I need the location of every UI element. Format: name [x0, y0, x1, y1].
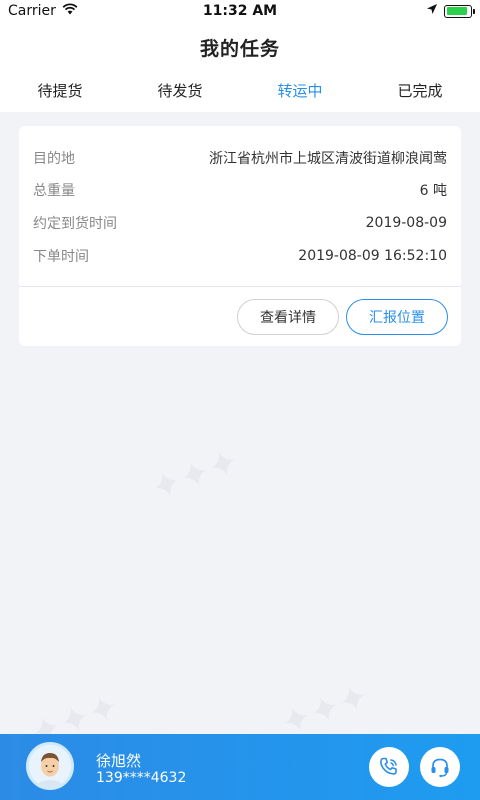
status-bar: Carrier 11:32 AM — [0, 0, 480, 22]
order-time-value: 2019-08-09 16:52:10 — [298, 248, 447, 264]
destination-row: 目的地 浙江省杭州市上城区清波街道柳浪闻莺 — [33, 148, 447, 168]
driver-avatar-icon — [29, 745, 71, 787]
driver-name: 徐旭然 — [96, 752, 142, 770]
customer-service-button[interactable] — [420, 747, 460, 787]
driver-phone: 139****4632 — [96, 770, 187, 786]
status-right — [426, 3, 475, 19]
destination-value: 浙江省杭州市上城区清波街道柳浪闻莺 — [209, 151, 447, 167]
tab-completed[interactable]: 已完成 — [360, 72, 480, 112]
task-card: 目的地 浙江省杭州市上城区清波街道柳浪闻莺 总重量 6 吨 约定到货时间 201… — [19, 126, 461, 346]
view-details-button[interactable]: 查看详情 — [237, 299, 339, 335]
order-time-row: 下单时间 2019-08-09 16:52:10 — [33, 246, 447, 266]
phone-icon — [380, 757, 397, 775]
battery-level — [446, 7, 468, 15]
avatar — [26, 742, 74, 790]
page-title: 我的任务 — [199, 37, 280, 60]
wifi-icon — [62, 3, 78, 19]
tab-in-transit[interactable]: 转运中 — [240, 72, 360, 112]
destination-label: 目的地 — [33, 151, 75, 167]
weight-label: 总重量 — [33, 183, 75, 199]
report-location-button[interactable]: 汇报位置 — [346, 299, 448, 335]
location-arrow-icon — [426, 3, 438, 19]
tab-pending-pickup[interactable]: 待提货 — [0, 72, 120, 112]
nav-bar: 我的任务 — [0, 22, 480, 72]
driver-bar: 徐旭然 139****4632 — [0, 734, 480, 800]
arrival-time-label: 约定到货时间 — [33, 216, 117, 232]
weight-row: 总重量 6 吨 — [33, 180, 447, 200]
status-left: Carrier — [8, 3, 78, 19]
watermark: ✦✦✦ — [145, 440, 245, 511]
arrival-time-value: 2019-08-09 — [365, 215, 447, 231]
card-divider — [19, 286, 461, 287]
status-tabs: 待提货 待发货 转运中 已完成 — [0, 72, 480, 112]
headset-icon — [431, 758, 449, 778]
weight-value: 6 吨 — [419, 183, 447, 199]
call-button[interactable] — [369, 747, 409, 787]
tab-pending-dispatch[interactable]: 待发货 — [120, 72, 240, 112]
carrier-label: Carrier — [8, 3, 56, 19]
order-time-label: 下单时间 — [33, 249, 89, 265]
arrival-time-row: 约定到货时间 2019-08-09 — [33, 213, 447, 233]
battery-icon — [444, 4, 475, 18]
